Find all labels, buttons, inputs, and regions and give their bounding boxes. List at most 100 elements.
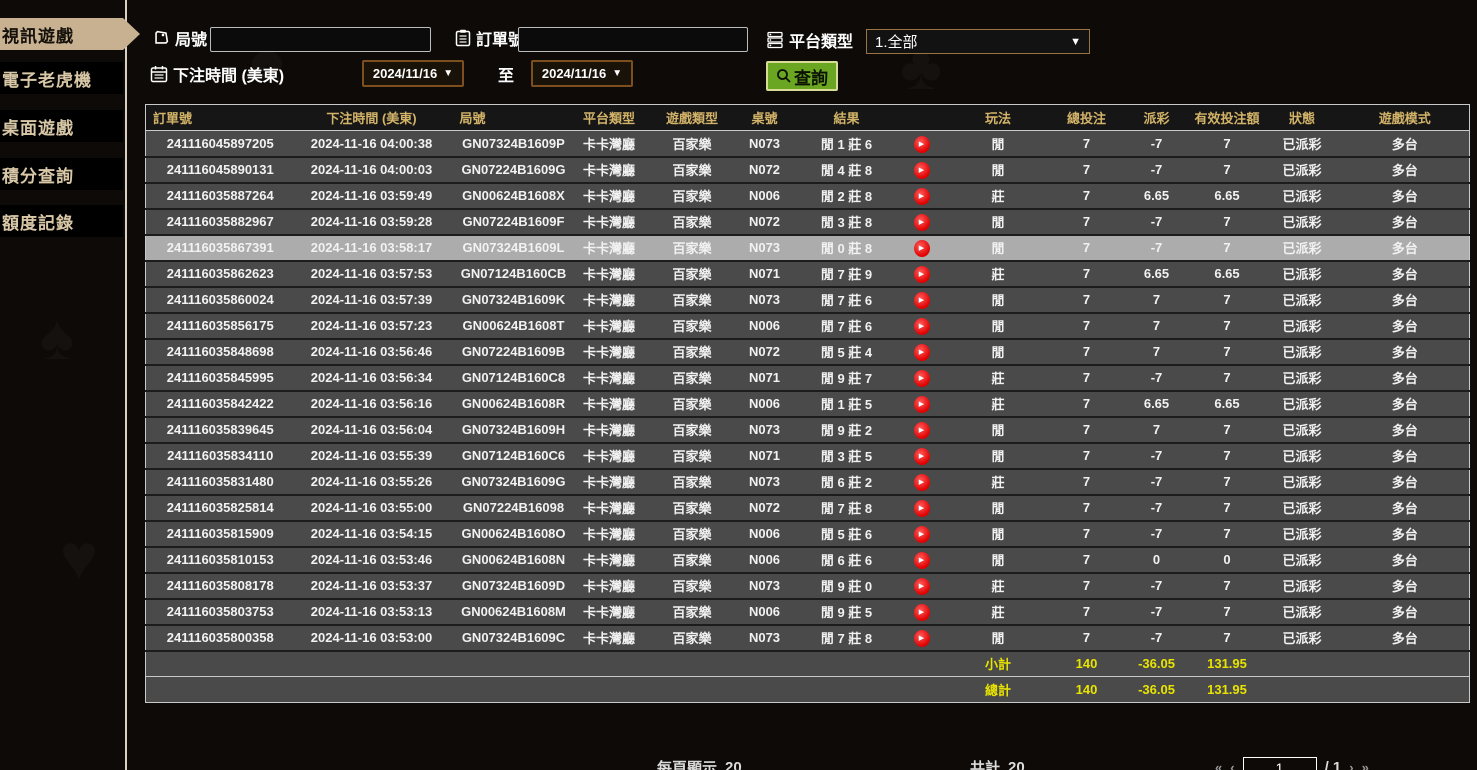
- play-icon[interactable]: ▶: [914, 604, 930, 621]
- cell-round-number: GN07324B1609G: [456, 469, 568, 495]
- cell-table-number: N073: [734, 235, 796, 261]
- table-row[interactable]: 241116045890131 2024-11-16 04:00:03 GN07…: [146, 157, 1470, 183]
- table-row[interactable]: 241116035834110 2024-11-16 03:55:39 GN07…: [146, 443, 1470, 469]
- cell-bet-time: 2024-11-16 03:56:04: [288, 417, 456, 443]
- date-from-picker[interactable]: 2024/11/16 ▼: [362, 60, 464, 87]
- play-icon[interactable]: ▶: [914, 370, 930, 387]
- per-page-label: 每頁顯示: [657, 757, 717, 770]
- table-row[interactable]: 241116035800358 2024-11-16 03:53:00 GN07…: [146, 625, 1470, 651]
- page-number-input[interactable]: [1243, 757, 1317, 770]
- play-icon[interactable]: ▶: [914, 500, 930, 517]
- table-row[interactable]: 241116035808178 2024-11-16 03:53:37 GN07…: [146, 573, 1470, 599]
- cell-game-type: 百家樂: [651, 261, 734, 287]
- play-icon[interactable]: ▶: [914, 578, 930, 595]
- cell-platform-type: 卡卡灣廳: [568, 417, 651, 443]
- table-row[interactable]: 241116035810153 2024-11-16 03:53:46 GN00…: [146, 547, 1470, 573]
- table-row[interactable]: 241116035848698 2024-11-16 03:56:46 GN07…: [146, 339, 1470, 365]
- play-icon[interactable]: ▶: [914, 214, 930, 231]
- sidebar-item-slot-machines[interactable]: 電子老虎機: [0, 62, 123, 94]
- play-icon[interactable]: ▶: [914, 162, 930, 179]
- cell-replay: ▶: [898, 495, 946, 521]
- sidebar-item-video-games[interactable]: 視訊遊戲: [0, 18, 123, 50]
- play-icon[interactable]: ▶: [914, 552, 930, 569]
- sidebar-item-credit-record[interactable]: 額度記錄: [0, 205, 123, 237]
- play-icon[interactable]: ▶: [914, 344, 930, 361]
- cell-round-number: GN07324B1609K: [456, 287, 568, 313]
- cell-valid-bet: 7: [1191, 469, 1264, 495]
- play-icon[interactable]: ▶: [914, 136, 930, 153]
- cell-bet-time: 2024-11-16 03:53:46: [288, 547, 456, 573]
- cell-game-type: 百家樂: [651, 391, 734, 417]
- table-row[interactable]: 241116035867391 2024-11-16 03:58:17 GN07…: [146, 235, 1470, 261]
- order-number-input[interactable]: [518, 27, 748, 52]
- cell-replay: ▶: [898, 287, 946, 313]
- play-icon[interactable]: ▶: [914, 292, 930, 309]
- cell-table-number: N006: [734, 547, 796, 573]
- play-icon[interactable]: ▶: [914, 474, 930, 491]
- cell-game-mode: 多台: [1341, 261, 1470, 287]
- platform-type-select[interactable]: 1.全部 ▼: [866, 29, 1090, 54]
- col-header-order-number: 訂單號: [146, 105, 288, 131]
- play-icon[interactable]: ▶: [914, 188, 930, 205]
- date-from-value: 2024/11/16: [373, 66, 437, 81]
- table-row[interactable]: 241116035815909 2024-11-16 03:54:15 GN00…: [146, 521, 1470, 547]
- cell-bet-type: 閒: [946, 521, 1051, 547]
- table-row[interactable]: 241116035856175 2024-11-16 03:57:23 GN00…: [146, 313, 1470, 339]
- search-button[interactable]: 查詢: [766, 61, 838, 91]
- table-row[interactable]: 241116035845995 2024-11-16 03:56:34 GN07…: [146, 365, 1470, 391]
- play-icon[interactable]: ▶: [914, 396, 930, 413]
- table-row[interactable]: 241116035887264 2024-11-16 03:59:49 GN00…: [146, 183, 1470, 209]
- cell-valid-bet: 7: [1191, 235, 1264, 261]
- table-row[interactable]: 241116035860024 2024-11-16 03:57:39 GN07…: [146, 287, 1470, 313]
- cell-round-number: GN07124B160C8: [456, 365, 568, 391]
- cell-order-number: 241116035842422: [146, 391, 288, 417]
- play-icon[interactable]: ▶: [914, 266, 930, 283]
- table-row[interactable]: 241116035842422 2024-11-16 03:56:16 GN00…: [146, 391, 1470, 417]
- cell-result: 閒 0 莊 8: [796, 235, 898, 261]
- cell-bet-type: 莊: [946, 365, 1051, 391]
- cell-status: 已派彩: [1264, 469, 1341, 495]
- cell-valid-bet: 7: [1191, 365, 1264, 391]
- cell-status: 已派彩: [1264, 625, 1341, 651]
- cell-platform-type: 卡卡灣廳: [568, 157, 651, 183]
- table-row[interactable]: 241116035803753 2024-11-16 03:53:13 GN00…: [146, 599, 1470, 625]
- play-icon[interactable]: ▶: [914, 240, 930, 257]
- sidebar-item-label: 額度記錄: [2, 209, 74, 234]
- play-icon[interactable]: ▶: [914, 526, 930, 543]
- date-to-picker[interactable]: 2024/11/16 ▼: [531, 60, 633, 87]
- play-icon[interactable]: ▶: [914, 630, 930, 647]
- cell-replay: ▶: [898, 573, 946, 599]
- per-page-control[interactable]: 每頁顯示 20: [657, 757, 742, 770]
- first-page-button[interactable]: «: [1215, 760, 1222, 770]
- table-row[interactable]: 241116035862623 2024-11-16 03:57:53 GN07…: [146, 261, 1470, 287]
- sidebar-item-table-games[interactable]: 桌面遊戲: [0, 110, 123, 142]
- cell-platform-type: 卡卡灣廳: [568, 235, 651, 261]
- cell-total-bet: 7: [1051, 391, 1123, 417]
- grand-total-total-bet: 140: [1051, 677, 1123, 703]
- cell-replay: ▶: [898, 599, 946, 625]
- prev-page-button[interactable]: ‹: [1230, 760, 1234, 770]
- subtotal-total-bet: 140: [1051, 651, 1123, 677]
- cell-platform-type: 卡卡灣廳: [568, 495, 651, 521]
- last-page-button[interactable]: »: [1362, 760, 1369, 770]
- cell-result: 閒 9 莊 2: [796, 417, 898, 443]
- chevron-down-icon: ▼: [443, 68, 453, 79]
- table-row[interactable]: 241116035825814 2024-11-16 03:55:00 GN07…: [146, 495, 1470, 521]
- play-icon[interactable]: ▶: [914, 422, 930, 439]
- cell-result: 閒 1 莊 6: [796, 131, 898, 157]
- tag-icon: [152, 29, 170, 47]
- round-number-input[interactable]: [210, 27, 431, 52]
- table-row[interactable]: 241116035831480 2024-11-16 03:55:26 GN07…: [146, 469, 1470, 495]
- cell-platform-type: 卡卡灣廳: [568, 183, 651, 209]
- play-icon[interactable]: ▶: [914, 448, 930, 465]
- cell-platform-type: 卡卡灣廳: [568, 443, 651, 469]
- next-page-button[interactable]: ›: [1349, 760, 1353, 770]
- table-row[interactable]: 241116035882967 2024-11-16 03:59:28 GN07…: [146, 209, 1470, 235]
- table-row[interactable]: 241116045897205 2024-11-16 04:00:38 GN07…: [146, 131, 1470, 157]
- cell-total-bet: 7: [1051, 183, 1123, 209]
- sidebar-item-points-query[interactable]: 積分查詢: [0, 158, 123, 190]
- cell-platform-type: 卡卡灣廳: [568, 625, 651, 651]
- table-row[interactable]: 241116035839645 2024-11-16 03:56:04 GN07…: [146, 417, 1470, 443]
- play-icon[interactable]: ▶: [914, 318, 930, 335]
- cell-game-type: 百家樂: [651, 547, 734, 573]
